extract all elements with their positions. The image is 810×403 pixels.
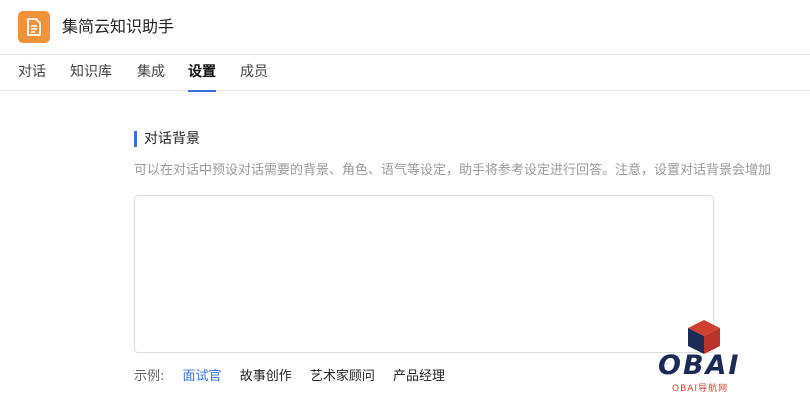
example-interviewer[interactable]: 面试官 [183,369,222,384]
example-product-manager[interactable]: 产品经理 [393,369,445,384]
tab-integration[interactable]: 集成 [137,55,165,91]
tab-chat[interactable]: 对话 [18,55,46,91]
examples-row: 示例: 面试官 故事创作 艺术家顾问 产品经理 [134,368,459,386]
tab-knowledge-base[interactable]: 知识库 [70,55,112,91]
section-title: 对话背景 [134,130,200,148]
tab-members[interactable]: 成员 [240,55,268,91]
background-textarea[interactable] [134,195,714,353]
example-art-consultant[interactable]: 艺术家顾问 [310,369,375,384]
examples-label: 示例: [134,369,165,384]
section-description: 可以在对话中预设对话需要的背景、角色、语气等设定，助手将参考设定进行回答。注意，… [134,163,772,178]
watermark-text: OBAI [658,350,741,381]
app-header: 集简云知识助手 [0,0,810,55]
document-icon [18,11,50,43]
watermark: OBAI OBAI导航网 [652,318,764,398]
example-story-writing[interactable]: 故事创作 [240,369,292,384]
app-title: 集简云知识助手 [62,17,175,36]
tab-settings[interactable]: 设置 [188,55,216,92]
watermark-subtext: OBAI导航网 [672,384,729,394]
tab-bar: 对话 知识库 集成 设置 成员 [0,55,810,92]
